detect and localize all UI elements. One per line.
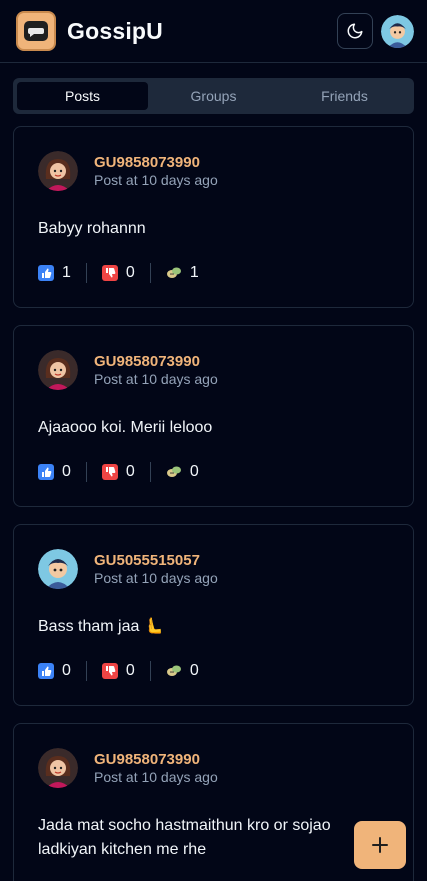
dislike-button[interactable]: 0	[101, 662, 135, 680]
like-button[interactable]: 0	[38, 662, 71, 680]
like-button[interactable]: 1	[38, 264, 71, 282]
post-feed: GU9858073990 Post at 10 days ago Babyy r…	[13, 126, 414, 881]
author-username[interactable]: GU9858073990	[94, 154, 218, 172]
comment-button[interactable]: 1	[166, 264, 199, 282]
new-post-button[interactable]	[354, 821, 406, 869]
thumbs-up-icon	[38, 464, 54, 480]
app-header: GossipU	[0, 0, 427, 63]
author-username[interactable]: GU9858073990	[94, 751, 218, 769]
post-content: Babyy rohannn	[38, 220, 146, 237]
author-username[interactable]: GU5055515057	[94, 552, 218, 570]
feed-tabs: Posts Groups Friends	[13, 78, 414, 114]
app-logo[interactable]	[16, 11, 56, 51]
reaction-bar: 0 0 0	[38, 461, 389, 483]
reaction-bar: 0 0 0	[38, 660, 389, 682]
divider	[149, 661, 151, 681]
chat-bubble-icon	[24, 21, 48, 41]
divider	[85, 263, 87, 283]
tab-posts[interactable]: Posts	[17, 82, 148, 110]
thumbs-down-icon	[101, 265, 118, 281]
comment-bubbles-icon	[166, 265, 182, 281]
post-content: Jada mat socho hastmaithun kro or sojao …	[38, 817, 331, 858]
dislike-button[interactable]: 0	[101, 264, 135, 282]
tab-friends[interactable]: Friends	[279, 82, 410, 110]
comment-count: 1	[189, 264, 199, 281]
thumbs-down-icon	[101, 663, 118, 679]
comment-bubbles-icon	[166, 663, 182, 679]
post-time: Post at 10 days ago	[94, 569, 218, 586]
moon-icon	[347, 23, 363, 39]
dislike-button[interactable]: 0	[101, 463, 135, 481]
post-content: Ajaaooo koi. Merii lelooo	[38, 419, 213, 436]
divider	[149, 462, 151, 482]
post-card: GU9858073990 Post at 10 days ago Ajaaooo…	[13, 325, 414, 507]
post-card: GU9858073990 Post at 10 days ago Babyy r…	[13, 126, 414, 308]
thumbs-up-icon	[38, 265, 54, 281]
dislike-count: 0	[125, 463, 135, 480]
post-time: Post at 10 days ago	[94, 171, 218, 188]
theme-toggle-button[interactable]	[337, 13, 373, 49]
comment-button[interactable]: 0	[166, 463, 199, 481]
comment-count: 0	[189, 662, 199, 679]
divider	[149, 263, 151, 283]
divider	[85, 462, 87, 482]
author-username[interactable]: GU9858073990	[94, 353, 218, 371]
comment-count: 0	[189, 463, 199, 480]
post-time: Post at 10 days ago	[94, 768, 218, 785]
like-count: 0	[62, 662, 71, 679]
author-avatar[interactable]	[38, 350, 78, 390]
comment-button[interactable]: 0	[166, 662, 199, 680]
author-avatar[interactable]	[38, 748, 78, 788]
divider	[85, 661, 87, 681]
plus-icon	[372, 837, 388, 853]
like-count: 1	[62, 264, 71, 281]
post-time: Post at 10 days ago	[94, 370, 218, 387]
post-card: GU5055515057 Post at 10 days ago Bass th…	[13, 524, 414, 706]
post-content: Bass tham jaa 🫷	[38, 618, 164, 635]
author-avatar[interactable]	[38, 151, 78, 191]
comment-bubbles-icon	[166, 464, 182, 480]
like-button[interactable]: 0	[38, 463, 71, 481]
like-count: 0	[62, 463, 71, 480]
tab-groups[interactable]: Groups	[148, 82, 279, 110]
thumbs-down-icon	[101, 464, 118, 480]
author-avatar[interactable]	[38, 549, 78, 589]
thumbs-up-icon	[38, 663, 54, 679]
dislike-count: 0	[125, 662, 135, 679]
app-title: GossipU	[67, 17, 163, 44]
dislike-count: 0	[125, 264, 135, 281]
user-avatar[interactable]	[381, 14, 414, 48]
reaction-bar: 1 0 1	[38, 262, 389, 284]
